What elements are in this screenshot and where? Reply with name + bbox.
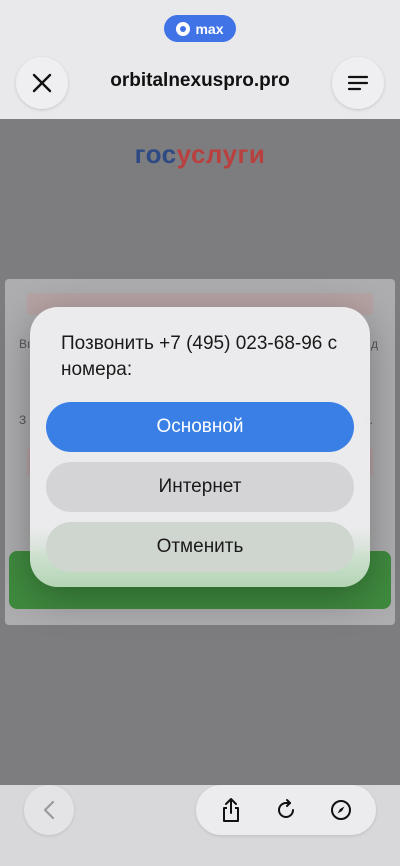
max-badge-label: max <box>195 20 224 37</box>
browser-bottom-bar <box>0 785 400 866</box>
share-icon <box>223 798 240 822</box>
reload-button[interactable] <box>266 790 306 830</box>
reload-icon <box>277 799 294 818</box>
max-app-badge[interactable]: max <box>164 15 236 42</box>
chevron-left-icon <box>43 800 55 820</box>
browser-top-bar: max orbitalnexuspro.pro <box>0 0 400 119</box>
close-icon <box>32 73 52 93</box>
card-text-fragment: д <box>371 337 379 351</box>
dialog-title: Позвонить +7 (495) 023-68-96 с номера: <box>61 333 338 380</box>
call-dialog: Позвонить +7 (495) 023-68-96 с номера: О… <box>30 307 370 587</box>
primary-line-button[interactable]: Основной <box>46 402 354 452</box>
card-text-fragment: З <box>19 413 27 427</box>
card-text-fragment: Вı <box>19 337 31 351</box>
toolbar-actions <box>196 785 376 835</box>
close-button[interactable] <box>16 57 68 109</box>
compass-button[interactable] <box>321 790 361 830</box>
internet-line-button[interactable]: Интернет <box>46 462 354 512</box>
gosuslugi-logo: госуслуги <box>134 139 266 169</box>
back-button[interactable] <box>24 785 74 835</box>
menu-button[interactable] <box>332 57 384 109</box>
max-logo-icon <box>176 21 191 36</box>
share-button[interactable] <box>211 790 251 830</box>
url-label[interactable]: orbitalnexuspro.pro <box>80 70 320 92</box>
menu-icon <box>347 75 369 91</box>
compass-icon <box>330 800 351 820</box>
cancel-button[interactable]: Отменить <box>46 522 354 572</box>
